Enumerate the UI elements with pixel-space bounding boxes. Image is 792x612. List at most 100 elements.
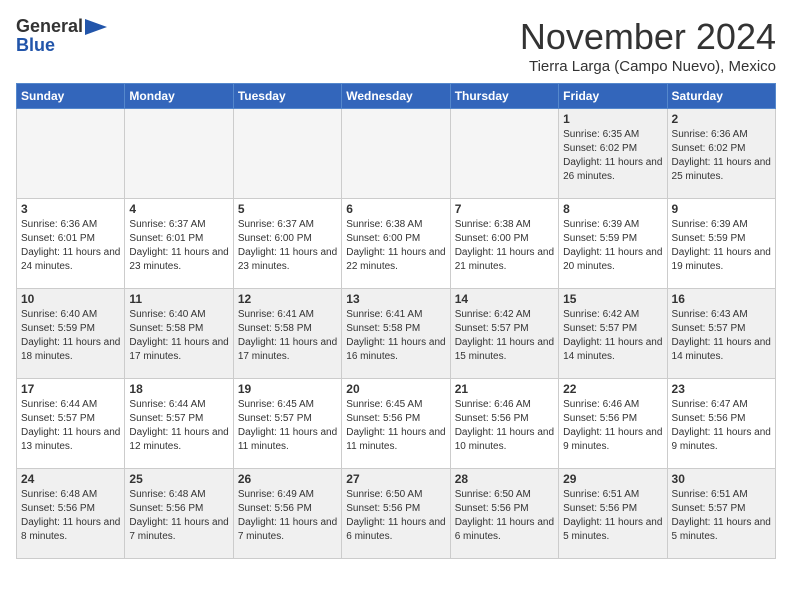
day-info: Sunrise: 6:43 AM Sunset: 5:57 PM Dayligh…: [672, 308, 771, 364]
day-number: 28: [455, 472, 554, 486]
day-number: 13: [346, 292, 445, 306]
day-info: Sunrise: 6:46 AM Sunset: 5:56 PM Dayligh…: [455, 398, 554, 454]
month-title: November 2024: [520, 16, 776, 58]
calendar-cell: 6 Sunrise: 6:38 AM Sunset: 6:00 PM Daylig…: [342, 199, 450, 289]
weekday-header-tuesday: Tuesday: [233, 84, 341, 109]
day-number: 27: [346, 472, 445, 486]
calendar-cell: 29 Sunrise: 6:51 AM Sunset: 5:56 PM Dayli…: [559, 469, 667, 559]
calendar-cell: 23Sunrise: 6:47 AM Sunset: 5:56 PM Dayli…: [667, 379, 775, 469]
calendar-cell: [125, 109, 233, 199]
day-number: 22: [563, 382, 662, 396]
day-info: Sunrise: 6:40 AM Sunset: 5:59 PM Dayligh…: [21, 308, 120, 364]
calendar-cell: [17, 109, 125, 199]
weekday-header-saturday: Saturday: [667, 84, 775, 109]
calendar-cell: 30 Sunrise: 6:51 AM Sunset: 5:57 PM Dayli…: [667, 469, 775, 559]
day-info: Sunrise: 6:44 AM Sunset: 5:57 PM Dayligh…: [21, 398, 120, 454]
day-number: 18: [129, 382, 228, 396]
calendar-cell: 24 Sunrise: 6:48 AM Sunset: 5:56 PM Dayli…: [17, 469, 125, 559]
calendar-cell: 19Sunrise: 6:45 AM Sunset: 5:57 PM Dayli…: [233, 379, 341, 469]
day-info: Sunrise: 6:51 AM Sunset: 5:57 PM Dayligh…: [672, 488, 771, 544]
weekday-header-thursday: Thursday: [450, 84, 558, 109]
calendar-cell: 16 Sunrise: 6:43 AM Sunset: 5:57 PM Dayli…: [667, 289, 775, 379]
calendar-cell: [233, 109, 341, 199]
calendar-cell: 9 Sunrise: 6:39 AM Sunset: 5:59 PM Daylig…: [667, 199, 775, 289]
calendar-cell: 7 Sunrise: 6:38 AM Sunset: 6:00 PM Daylig…: [450, 199, 558, 289]
calendar-cell: [450, 109, 558, 199]
calendar-cell: 12Sunrise: 6:41 AM Sunset: 5:58 PM Dayli…: [233, 289, 341, 379]
title-area: November 2024 Tierra Larga (Campo Nuevo)…: [520, 16, 776, 75]
day-info: Sunrise: 6:41 AM Sunset: 5:58 PM Dayligh…: [346, 308, 445, 364]
header: General Blue November 2024 Tierra Larga …: [16, 16, 776, 75]
day-number: 29: [563, 472, 662, 486]
calendar-cell: 13 Sunrise: 6:41 AM Sunset: 5:58 PM Dayli…: [342, 289, 450, 379]
calendar-cell: 20 Sunrise: 6:45 AM Sunset: 5:56 PM Dayli…: [342, 379, 450, 469]
day-number: 21: [455, 382, 554, 396]
calendar-cell: 26Sunrise: 6:49 AM Sunset: 5:56 PM Dayli…: [233, 469, 341, 559]
day-number: 1: [563, 112, 662, 126]
calendar-cell: 1 Sunrise: 6:35 AM Sunset: 6:02 PM Daylig…: [559, 109, 667, 199]
day-number: 14: [455, 292, 554, 306]
weekday-header-friday: Friday: [559, 84, 667, 109]
day-number: 17: [21, 382, 120, 396]
calendar-cell: 10 Sunrise: 6:40 AM Sunset: 5:59 PM Dayli…: [17, 289, 125, 379]
day-number: 16: [672, 292, 771, 306]
day-info: Sunrise: 6:37 AM Sunset: 6:01 PM Dayligh…: [129, 218, 228, 274]
day-info: Sunrise: 6:48 AM Sunset: 5:56 PM Dayligh…: [21, 488, 120, 544]
day-info: Sunrise: 6:36 AM Sunset: 6:01 PM Dayligh…: [21, 218, 120, 274]
day-number: 7: [455, 202, 554, 216]
logo: General Blue: [16, 16, 107, 56]
day-number: 26: [238, 472, 337, 486]
day-info: Sunrise: 6:42 AM Sunset: 5:57 PM Dayligh…: [455, 308, 554, 364]
day-number: 24: [21, 472, 120, 486]
day-number: 9: [672, 202, 771, 216]
day-info: Sunrise: 6:45 AM Sunset: 5:56 PM Dayligh…: [346, 398, 445, 454]
location-title: Tierra Larga (Campo Nuevo), Mexico: [520, 58, 776, 75]
calendar-cell: 27Sunrise: 6:50 AM Sunset: 5:56 PM Dayli…: [342, 469, 450, 559]
day-info: Sunrise: 6:40 AM Sunset: 5:58 PM Dayligh…: [129, 308, 228, 364]
day-info: Sunrise: 6:39 AM Sunset: 5:59 PM Dayligh…: [563, 218, 662, 274]
day-number: 20: [346, 382, 445, 396]
calendar-cell: 21 Sunrise: 6:46 AM Sunset: 5:56 PM Dayli…: [450, 379, 558, 469]
day-number: 6: [346, 202, 445, 216]
day-number: 15: [563, 292, 662, 306]
day-info: Sunrise: 6:47 AM Sunset: 5:56 PM Dayligh…: [672, 398, 771, 454]
day-number: 12: [238, 292, 337, 306]
calendar-cell: 2 Sunrise: 6:36 AM Sunset: 6:02 PM Daylig…: [667, 109, 775, 199]
calendar-cell: 14 Sunrise: 6:42 AM Sunset: 5:57 PM Dayli…: [450, 289, 558, 379]
calendar-cell: 25Sunrise: 6:48 AM Sunset: 5:56 PM Dayli…: [125, 469, 233, 559]
day-info: Sunrise: 6:42 AM Sunset: 5:57 PM Dayligh…: [563, 308, 662, 364]
calendar-cell: 3 Sunrise: 6:36 AM Sunset: 6:01 PM Daylig…: [17, 199, 125, 289]
logo-flag-icon: [85, 19, 107, 35]
weekday-header-sunday: Sunday: [17, 84, 125, 109]
day-number: 2: [672, 112, 771, 126]
day-number: 8: [563, 202, 662, 216]
day-number: 30: [672, 472, 771, 486]
day-info: Sunrise: 6:48 AM Sunset: 5:56 PM Dayligh…: [129, 488, 228, 544]
calendar-cell: 5 Sunrise: 6:37 AM Sunset: 6:00 PM Daylig…: [233, 199, 341, 289]
calendar-cell: 28 Sunrise: 6:50 AM Sunset: 5:56 PM Dayli…: [450, 469, 558, 559]
day-number: 10: [21, 292, 120, 306]
weekday-header-monday: Monday: [125, 84, 233, 109]
calendar-cell: 8 Sunrise: 6:39 AM Sunset: 5:59 PM Daylig…: [559, 199, 667, 289]
day-info: Sunrise: 6:51 AM Sunset: 5:56 PM Dayligh…: [563, 488, 662, 544]
calendar-cell: [342, 109, 450, 199]
calendar-cell: 15 Sunrise: 6:42 AM Sunset: 5:57 PM Dayli…: [559, 289, 667, 379]
day-info: Sunrise: 6:50 AM Sunset: 5:56 PM Dayligh…: [455, 488, 554, 544]
day-info: Sunrise: 6:46 AM Sunset: 5:56 PM Dayligh…: [563, 398, 662, 454]
logo-general-text: General: [16, 16, 83, 37]
day-info: Sunrise: 6:39 AM Sunset: 5:59 PM Dayligh…: [672, 218, 771, 274]
day-info: Sunrise: 6:44 AM Sunset: 5:57 PM Dayligh…: [129, 398, 228, 454]
calendar-cell: 4 Sunrise: 6:37 AM Sunset: 6:01 PM Daylig…: [125, 199, 233, 289]
day-info: Sunrise: 6:36 AM Sunset: 6:02 PM Dayligh…: [672, 128, 771, 184]
day-info: Sunrise: 6:37 AM Sunset: 6:00 PM Dayligh…: [238, 218, 337, 274]
day-number: 3: [21, 202, 120, 216]
day-info: Sunrise: 6:38 AM Sunset: 6:00 PM Dayligh…: [455, 218, 554, 274]
day-number: 5: [238, 202, 337, 216]
day-number: 4: [129, 202, 228, 216]
calendar-cell: 17 Sunrise: 6:44 AM Sunset: 5:57 PM Dayli…: [17, 379, 125, 469]
day-info: Sunrise: 6:35 AM Sunset: 6:02 PM Dayligh…: [563, 128, 662, 184]
day-info: Sunrise: 6:38 AM Sunset: 6:00 PM Dayligh…: [346, 218, 445, 274]
day-number: 19: [238, 382, 337, 396]
calendar-cell: 11Sunrise: 6:40 AM Sunset: 5:58 PM Dayli…: [125, 289, 233, 379]
logo-blue-text: Blue: [16, 35, 107, 56]
